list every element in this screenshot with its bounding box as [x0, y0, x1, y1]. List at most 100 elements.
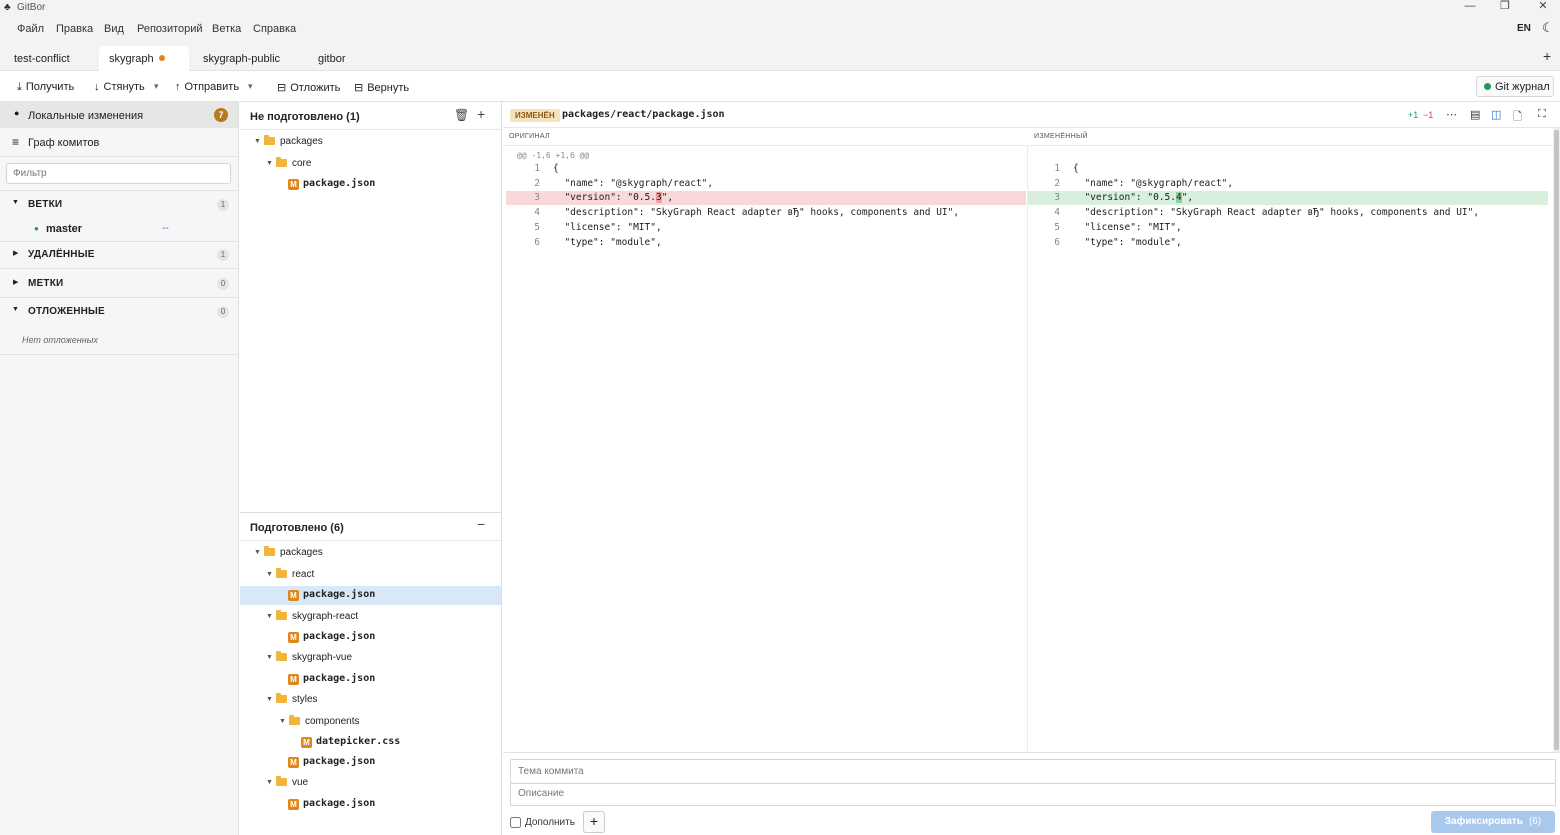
diff-line-right-added: 3 "version": "0.5.4",	[1026, 191, 1193, 205]
unstaged-header: Не подготовлено (1) 🗑 +	[240, 102, 501, 130]
commit-button[interactable]: Зафиксировать (6)	[1431, 811, 1555, 833]
language-switch[interactable]: EN	[1517, 23, 1531, 34]
close-button[interactable]: ✕	[1528, 0, 1558, 16]
tree-file[interactable]: Mpackage.json	[288, 798, 375, 818]
git-log-button[interactable]: Git журнал	[1476, 76, 1554, 97]
line-code: {	[1073, 163, 1079, 174]
amend-checkbox[interactable]	[510, 817, 521, 828]
section-branches-title: ВЕТКИ	[28, 199, 63, 210]
maximize-button[interactable]: ❐	[1490, 0, 1520, 16]
stashes-count: 0	[217, 306, 229, 318]
menu-edit[interactable]: Правка	[56, 23, 93, 35]
nav-local-changes-label: Локальные изменения	[28, 110, 144, 122]
tree-folder[interactable]: ▼ skygraph-vue	[266, 651, 352, 672]
line-code: {	[553, 163, 559, 174]
line-code: "type": "module",	[553, 237, 662, 248]
fullscreen-icon[interactable]: ⛶	[1538, 108, 1546, 121]
diff-line-right: 6 "type": "module",	[1026, 236, 1181, 250]
branch-item-master[interactable]: ● master --	[0, 219, 238, 239]
nav-commit-graph[interactable]: ≡ Граф комитов	[0, 129, 238, 155]
section-branches[interactable]: ▼ ВЕТКИ 1	[0, 194, 238, 214]
tree-file-selected[interactable]: Mpackage.json	[288, 589, 375, 609]
pull-options-chevron-down-icon[interactable]: ▾	[154, 81, 159, 92]
push-options-chevron-down-icon[interactable]: ▾	[248, 81, 253, 92]
restore-button[interactable]: ⊟ Вернуть	[354, 81, 409, 94]
branch-master-label: master	[46, 223, 83, 235]
tree-file[interactable]: Mpackage.json	[288, 631, 375, 651]
modified-badge-icon: M	[301, 737, 312, 748]
line-number: 2	[534, 178, 540, 189]
inline-view-icon[interactable]: ▤	[1470, 108, 1480, 121]
tree-file[interactable]: Mpackage.json	[288, 673, 375, 693]
unstage-all-button[interactable]: −	[477, 516, 485, 532]
sidebar: ● Локальные изменения 7 ≡ Граф комитов ▼…	[0, 102, 239, 835]
section-stashes[interactable]: ▼ ОТЛОЖЕННЫЕ 0	[0, 301, 238, 321]
stage-all-button[interactable]: +	[477, 106, 485, 122]
unstaged-panel: Не подготовлено (1) 🗑 + ▼ packages ▼ core …	[240, 102, 502, 512]
branch-tracking-indicator: --	[162, 223, 169, 234]
add-tab-button[interactable]: +	[1543, 48, 1551, 64]
tree-file[interactable]: Mpackage.json	[288, 756, 375, 776]
modified-badge-icon: M	[288, 179, 299, 190]
modified-column-header: ИЗМЕНЁННЫЙ	[1034, 133, 1088, 140]
minimize-button[interactable]: —	[1455, 0, 1485, 16]
fetch-button[interactable]: ⤓ Получить	[17, 81, 74, 94]
bullet-icon: ●	[14, 108, 20, 118]
diff-scrollbar[interactable]	[1553, 128, 1560, 752]
menu-help[interactable]: Справка	[253, 23, 296, 35]
file-view-icon[interactable]: 🗋	[1513, 108, 1522, 127]
diff-line-right: 2 "name": "@skygraph/react",	[1026, 177, 1233, 191]
menu-view[interactable]: Вид	[104, 23, 124, 35]
window-title: GitBor	[17, 2, 46, 13]
pull-label: Стянуть	[103, 81, 145, 93]
line-code: ",	[661, 192, 674, 203]
tab-label: gitbor	[318, 53, 346, 65]
tags-count: 0	[217, 278, 229, 290]
diff-line-right: 5 "license": "MIT",	[1026, 221, 1181, 235]
section-remotes[interactable]: ▶ УДАЛЁННЫЕ 1	[0, 244, 238, 264]
modified-badge-icon: M	[288, 799, 299, 810]
tree-folder[interactable]: ▼ skygraph-react	[266, 610, 359, 631]
section-tags[interactable]: ▶ МЕТКИ 0	[0, 273, 238, 293]
staged-header: Подготовлено (6) −	[240, 513, 501, 541]
file-status-badge: ИЗМЕНЁН	[510, 109, 560, 122]
commit-description-input[interactable]	[510, 783, 1556, 806]
commit-subject-input[interactable]	[510, 759, 1556, 784]
tree-folder[interactable]: ▼ styles	[266, 693, 318, 714]
file-name: datepicker.css	[316, 736, 401, 747]
branch-filter-input[interactable]	[6, 163, 231, 184]
tab-test-conflict[interactable]: test-conflict	[14, 46, 70, 71]
tree-file[interactable]: Mdatepicker.css	[301, 736, 400, 756]
menu-file[interactable]: Файл	[17, 23, 44, 35]
line-code: "name": "@skygraph/react",	[553, 178, 714, 189]
push-label: Отправить	[184, 81, 240, 93]
tree-folder[interactable]: ▼ packages	[254, 135, 323, 156]
add-button[interactable]: +	[583, 811, 605, 833]
tab-skygraph[interactable]: skygraph	[99, 46, 189, 71]
tree-folder[interactable]: ▼ core	[266, 157, 311, 178]
folder-name: skygraph-react	[292, 611, 359, 622]
tab-gitbor[interactable]: gitbor	[318, 46, 346, 71]
more-options-icon[interactable]: ⋯	[1446, 108, 1457, 121]
folder-name: react	[292, 569, 315, 580]
pull-button[interactable]: ↓ Стянуть	[94, 81, 145, 93]
discard-all-trash-icon[interactable]: 🗑	[454, 108, 469, 122]
tree-folder[interactable]: ▼ vue	[266, 776, 308, 797]
push-button[interactable]: ↑ Отправить	[175, 81, 239, 93]
line-code: "license": "MIT",	[553, 222, 662, 233]
file-name: package.json	[303, 673, 376, 684]
hunk-header: @@ -1,6 +1,6 @@	[517, 151, 590, 160]
scrollbar-thumb[interactable]	[1554, 130, 1559, 750]
menu-repository[interactable]: Репозиторий	[137, 23, 203, 35]
stash-icon: ⊟	[277, 82, 287, 94]
tree-folder[interactable]: ▼ components	[279, 715, 359, 736]
tree-file[interactable]: Mpackage.json	[288, 178, 375, 198]
nav-local-changes[interactable]: ● Локальные изменения 7	[0, 102, 238, 128]
menu-branch[interactable]: Ветка	[212, 23, 241, 35]
split-view-icon[interactable]: ◫	[1491, 108, 1501, 121]
stash-button[interactable]: ⊟ Отложить	[277, 81, 340, 94]
tree-folder[interactable]: ▼ react	[266, 568, 315, 589]
tree-folder[interactable]: ▼ packages	[254, 546, 323, 567]
moon-icon[interactable]: ☾	[1542, 20, 1554, 36]
tab-skygraph-public[interactable]: skygraph-public	[203, 46, 280, 71]
